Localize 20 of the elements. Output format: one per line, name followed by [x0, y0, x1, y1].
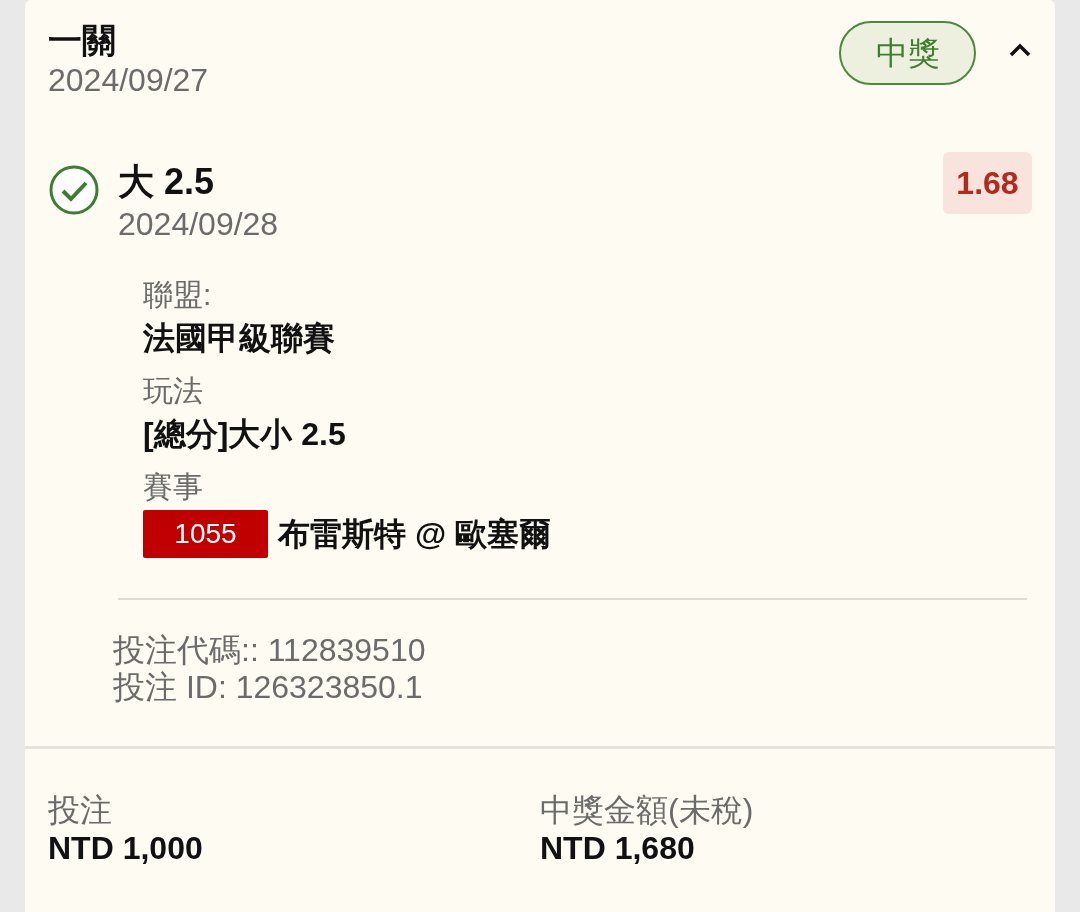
bet-code: 投注代碼:: 112839510: [113, 632, 427, 669]
collapse-caret-icon[interactable]: [1008, 42, 1032, 58]
bet-date: 2024/09/27: [48, 61, 210, 100]
summary-label: 投注: [48, 791, 113, 829]
selection-pick: 大 2.5: [118, 160, 216, 204]
summary-amount: NTD 1,000: [48, 829, 204, 867]
bet-id: 投注 ID: 126323850.1: [113, 669, 424, 706]
odds-badge: 1.68: [943, 152, 1032, 214]
match-number-badge: 1055: [143, 510, 268, 558]
status-badge: 中獎: [839, 21, 976, 85]
detail-label: 賽事: [143, 469, 204, 505]
summary-amount: NTD 1,680: [540, 829, 696, 867]
selection-date: 2024/09/28: [118, 205, 280, 244]
detail-label: 聯盟:: [143, 277, 213, 313]
detail-label: 玩法: [143, 373, 204, 409]
bet-type-title: 一關: [48, 20, 117, 60]
detail-value: [總分]大小 2.5: [143, 415, 346, 454]
summary-label: 中獎金額(未稅): [540, 791, 755, 829]
detail-value: 法國甲級聯賽: [143, 319, 335, 358]
detail-value: 布雷斯特 @ 歐塞爾: [278, 515, 551, 554]
